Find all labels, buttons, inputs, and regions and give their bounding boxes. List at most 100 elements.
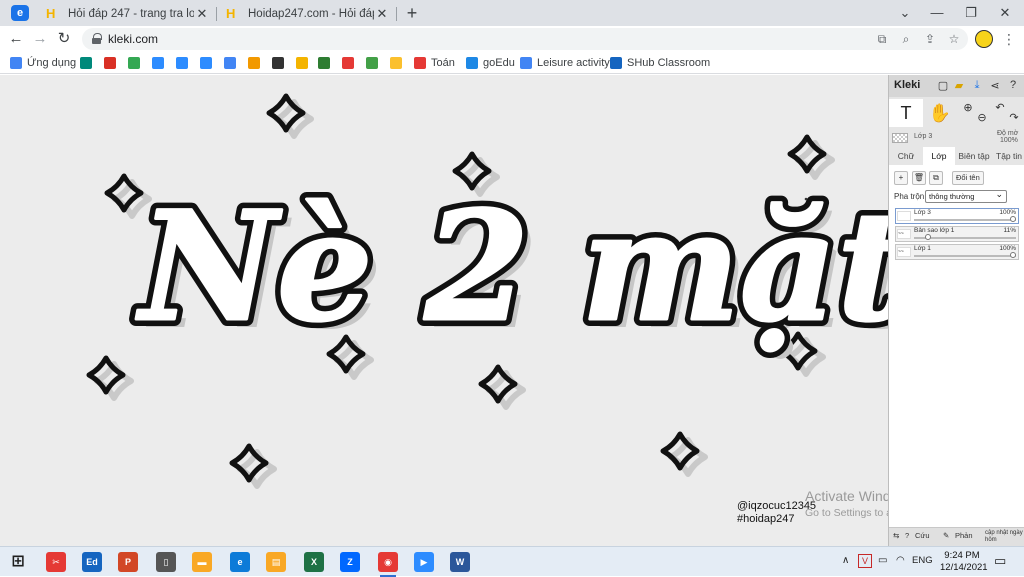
zalo-icon[interactable]: Z bbox=[340, 552, 360, 572]
chrome-icon[interactable]: ◉ bbox=[378, 552, 398, 577]
undo-icon[interactable]: ↶ bbox=[993, 101, 1007, 115]
undo-save-label[interactable]: Cứu bbox=[915, 531, 930, 540]
layer-opacity-slider[interactable] bbox=[914, 252, 1016, 258]
history-icon[interactable]: ? bbox=[905, 531, 909, 540]
close-tab-icon[interactable]: ✕ bbox=[374, 6, 390, 22]
kebab-menu-icon[interactable]: ⋮ bbox=[1000, 30, 1018, 48]
bookmark-to-n[interactable]: Toán bbox=[414, 55, 455, 71]
lock-icon[interactable] bbox=[92, 33, 102, 44]
zoom-icon[interactable]: ▶ bbox=[414, 552, 434, 572]
bookmark-emoji[interactable] bbox=[390, 55, 407, 71]
new-tab-button[interactable]: + bbox=[402, 3, 422, 23]
download-icon[interactable]: ⤓ bbox=[971, 79, 983, 93]
kleki-logo[interactable]: Kleki bbox=[894, 79, 920, 91]
bookmark-hoidap[interactable] bbox=[296, 55, 313, 71]
layer-opacity-slider[interactable] bbox=[914, 234, 1016, 240]
duplicate-layer-icon[interactable]: ⧉ bbox=[929, 171, 943, 185]
snipping-icon[interactable]: ✂ bbox=[46, 552, 66, 572]
swap-icon[interactable]: ⇆ bbox=[893, 531, 899, 540]
antivirus-tray-icon[interactable]: V bbox=[858, 554, 872, 568]
phone-icon[interactable]: ▯ bbox=[156, 552, 176, 572]
open-folder-icon[interactable]: ▰ bbox=[953, 79, 965, 93]
zoom-in-icon[interactable]: ⊕ bbox=[961, 101, 975, 115]
bookmark-zoom[interactable] bbox=[152, 55, 169, 71]
tab-hoidap-2[interactable]: H Hoidap247.com - Hỏi đáp online ✕ bbox=[218, 2, 398, 26]
update-label[interactable]: cập nhật ngày hôm bbox=[985, 530, 1023, 544]
bookmark-star-icon[interactable]: ☆ bbox=[946, 31, 962, 47]
bookmark-leisure-activity[interactable]: Leisure activity bbox=[520, 55, 610, 71]
wifi-icon[interactable]: ◠ bbox=[896, 555, 905, 566]
bookmark-sheet[interactable] bbox=[248, 55, 265, 71]
tab-layers[interactable]: Lớp bbox=[923, 147, 955, 165]
bookmark-goedu[interactable]: goEdu bbox=[466, 55, 515, 71]
bookmark-tree[interactable] bbox=[318, 55, 335, 71]
layer-opacity-slider[interactable] bbox=[914, 216, 1016, 222]
forward-arrow-icon[interactable]: → bbox=[30, 29, 50, 49]
feedback-label[interactable]: Phản bbox=[955, 531, 973, 540]
layer-item[interactable]: ~~ Lớp 1 100% bbox=[895, 244, 1019, 260]
hand-tool-icon[interactable]: ✋ bbox=[923, 99, 957, 127]
bookmark-meet[interactable] bbox=[80, 55, 97, 71]
add-layer-icon[interactable]: + bbox=[894, 171, 908, 185]
profile-avatar[interactable] bbox=[975, 30, 993, 48]
new-image-icon[interactable]: ▢ bbox=[937, 79, 949, 93]
bookmark-zoom[interactable] bbox=[200, 55, 217, 71]
share-icon[interactable]: ⇪ bbox=[922, 31, 938, 47]
notifications-icon[interactable]: ▭ bbox=[994, 553, 1006, 569]
slider-knob[interactable] bbox=[924, 234, 931, 240]
back-arrow-icon[interactable]: ← bbox=[6, 29, 26, 49]
blend-mode-select[interactable]: thông thường bbox=[925, 189, 1007, 203]
file-explorer-icon[interactable]: ▬ bbox=[192, 552, 212, 572]
bookmark-label: goEdu bbox=[483, 57, 515, 69]
slider-knob[interactable] bbox=[1010, 252, 1016, 258]
edge-icon[interactable]: e bbox=[230, 552, 250, 572]
windows-start-icon[interactable]: ⊞ bbox=[8, 552, 28, 572]
bookmark-translate[interactable] bbox=[224, 55, 241, 71]
word-icon[interactable]: W bbox=[450, 552, 470, 572]
bookmark-shub-classroom[interactable]: SHub Classroom bbox=[610, 55, 710, 71]
help-icon[interactable]: ? bbox=[1007, 79, 1019, 93]
bookmark-list[interactable] bbox=[342, 55, 359, 71]
bookmark-vine[interactable] bbox=[366, 55, 383, 71]
bookmark-gmail[interactable] bbox=[104, 55, 121, 71]
clock[interactable]: 9:24 PM 12/14/2021 bbox=[940, 550, 988, 574]
tab-hoidap-1[interactable]: H Hỏi đáp 247 - trang tra loi ✕ bbox=[38, 2, 218, 26]
zoom-out-icon[interactable]: ⊖ bbox=[975, 111, 989, 125]
redo-icon[interactable]: ↷ bbox=[1007, 111, 1021, 125]
bookmark--ng-d-ng[interactable]: Ứng dụng bbox=[10, 55, 76, 71]
language-indicator[interactable]: ENG bbox=[912, 555, 933, 566]
tray-chevron-icon[interactable]: ∧ bbox=[842, 555, 849, 566]
battery-icon[interactable]: ▭ bbox=[878, 555, 887, 566]
excel-icon[interactable]: X bbox=[304, 552, 324, 572]
bookmark-zoom[interactable] bbox=[176, 55, 193, 71]
bookmark-maps[interactable] bbox=[128, 55, 145, 71]
tab-text[interactable]: Chữ bbox=[891, 147, 921, 165]
feedback-icon[interactable]: ✎ bbox=[943, 531, 949, 540]
edu-icon[interactable]: Ed bbox=[82, 552, 102, 572]
rename-layer-button[interactable]: Đổi tên bbox=[952, 171, 984, 185]
powerpoint-icon[interactable]: P bbox=[118, 552, 138, 572]
reload-icon[interactable]: ↻ bbox=[54, 29, 74, 49]
close-tab-icon[interactable]: ✕ bbox=[194, 6, 210, 22]
tab-edit[interactable]: Biên tập bbox=[956, 147, 992, 165]
minimize-button[interactable]: — bbox=[922, 2, 952, 24]
drawing-canvas[interactable]: Nè 2 mặt Nè 2 mặt Nè 2 mặt @iqzocuc12345… bbox=[0, 75, 888, 546]
share-icon[interactable]: ⋖ bbox=[989, 79, 1001, 93]
zoom-lens-icon[interactable]: ⌕ bbox=[898, 31, 914, 47]
address-bar[interactable]: kleki.com ⧉ ⌕ ⇪ ☆ bbox=[82, 28, 968, 50]
text-tool-button[interactable]: T bbox=[889, 99, 923, 127]
layer-item[interactable]: ~~ Bản sao lớp 1 11% bbox=[895, 226, 1019, 242]
bookmark-timer[interactable] bbox=[272, 55, 289, 71]
notes-icon[interactable]: ▤ bbox=[266, 552, 286, 572]
restore-button[interactable]: ❐ bbox=[956, 2, 986, 24]
tab-search-icon[interactable]: ⌄ bbox=[890, 2, 920, 24]
url-text[interactable]: kleki.com bbox=[108, 32, 158, 46]
translate-icon[interactable]: ⧉ bbox=[874, 31, 890, 47]
delete-layer-icon[interactable]: 🗑 bbox=[912, 171, 926, 185]
browser-menu-icon[interactable]: e bbox=[11, 5, 29, 21]
canvas-artwork[interactable]: Nè 2 mặt Nè 2 mặt Nè 2 mặt bbox=[0, 75, 888, 546]
layer-item[interactable]: Lớp 3 100% bbox=[895, 208, 1019, 224]
slider-knob[interactable] bbox=[1010, 216, 1016, 222]
close-window-button[interactable]: ✕ bbox=[990, 2, 1020, 24]
tab-file[interactable]: Tập tin bbox=[993, 147, 1024, 165]
